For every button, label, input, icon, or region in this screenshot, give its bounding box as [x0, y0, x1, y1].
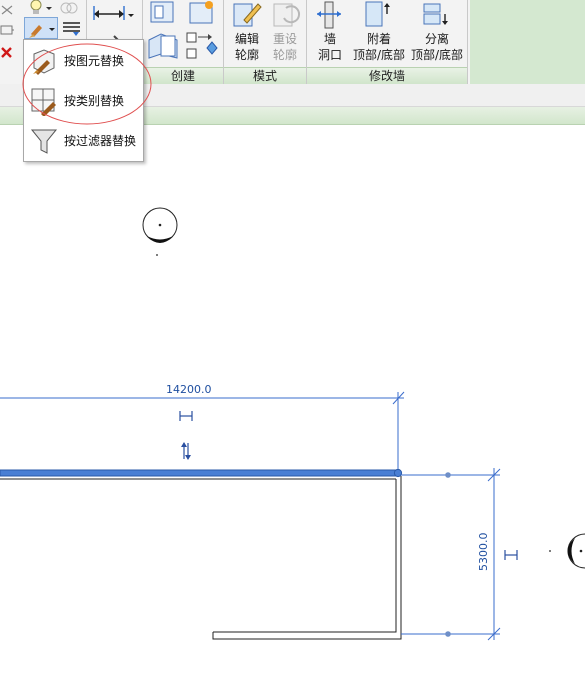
view-icon[interactable] — [0, 2, 14, 18]
link-icon[interactable] — [58, 0, 80, 16]
lightbulb-icon[interactable] — [27, 0, 53, 16]
drawing-canvas[interactable]: 14200.0 5300.0 — [0, 124, 585, 679]
selected-wall[interactable] — [0, 468, 403, 478]
wall-outline — [0, 476, 402, 640]
detach-top-base-label-1: 分离 — [424, 32, 449, 46]
create-group-icon[interactable] — [147, 0, 179, 26]
separator — [467, 0, 468, 84]
detach-top-base-icon[interactable] — [421, 0, 451, 30]
ribbon-context-area — [470, 0, 585, 84]
attach-top-base-icon[interactable] — [363, 0, 393, 30]
override-graphics-dropdown-button[interactable] — [24, 17, 58, 39]
create-assembly-icon[interactable] — [184, 30, 220, 64]
reset-profile-button: 重设 轮廓 — [267, 31, 303, 63]
create-similar-icon[interactable] — [186, 0, 218, 26]
override-by-filter-label: 按过滤器替换 — [64, 134, 137, 148]
dimension-toggle-icon[interactable] — [504, 550, 518, 560]
detach-top-base-button[interactable]: 分离 顶部/底部 — [408, 31, 466, 63]
flip-arrows-icon[interactable] — [181, 442, 191, 460]
horizontal-dimension-text[interactable]: 14200.0 — [166, 383, 212, 396]
attach-top-base-label-1: 附着 — [366, 32, 391, 46]
horizontal-dimension[interactable]: 14200.0 — [0, 383, 405, 472]
attach-top-base-button[interactable]: 附着 顶部/底部 — [350, 31, 408, 63]
delete-icon[interactable] — [0, 44, 14, 60]
wall-opening-label-1: 墙 — [323, 32, 336, 46]
elevation-marker[interactable] — [549, 533, 585, 569]
panel-create-label: 创建 — [170, 69, 195, 83]
vertical-dimension-text[interactable]: 5300.0 — [477, 533, 490, 572]
panel-mode-label: 模式 — [252, 69, 277, 83]
wall-opening-button[interactable]: 墙 洞口 — [312, 31, 348, 63]
attach-top-base-label-2: 顶部/底部 — [352, 48, 406, 62]
reset-profile-icon — [270, 0, 304, 30]
elevation-marker[interactable] — [142, 207, 178, 256]
split-element-icon[interactable] — [60, 18, 84, 38]
panel-modify-wall-label: 修改墙 — [368, 69, 405, 83]
edit-profile-button[interactable]: 编辑 轮廓 — [229, 31, 265, 63]
edit-profile-label-1: 编辑 — [234, 32, 259, 46]
detach-top-base-label-2: 顶部/底部 — [410, 48, 464, 62]
funnel-filter-icon — [29, 126, 59, 156]
wall-opening-icon[interactable] — [315, 0, 343, 30]
highlight-ellipse — [22, 43, 152, 125]
edit-profile-icon[interactable] — [230, 0, 264, 30]
panel-modify-wall: 修改墙 — [307, 67, 467, 85]
wall-opening-label-2: 洞口 — [317, 48, 342, 62]
aligned-dimension-icon[interactable] — [90, 2, 136, 24]
dimension-toggle-icon[interactable] — [179, 411, 193, 421]
panel-mode: 模式 — [224, 67, 306, 85]
reset-profile-label-1: 重设 — [272, 32, 297, 46]
edit-profile-label-2: 轮廓 — [234, 48, 259, 62]
reset-profile-label-2: 轮廓 — [272, 48, 297, 62]
vertical-dimension[interactable]: 5300.0 — [401, 468, 501, 641]
pin-icon[interactable] — [0, 22, 14, 38]
